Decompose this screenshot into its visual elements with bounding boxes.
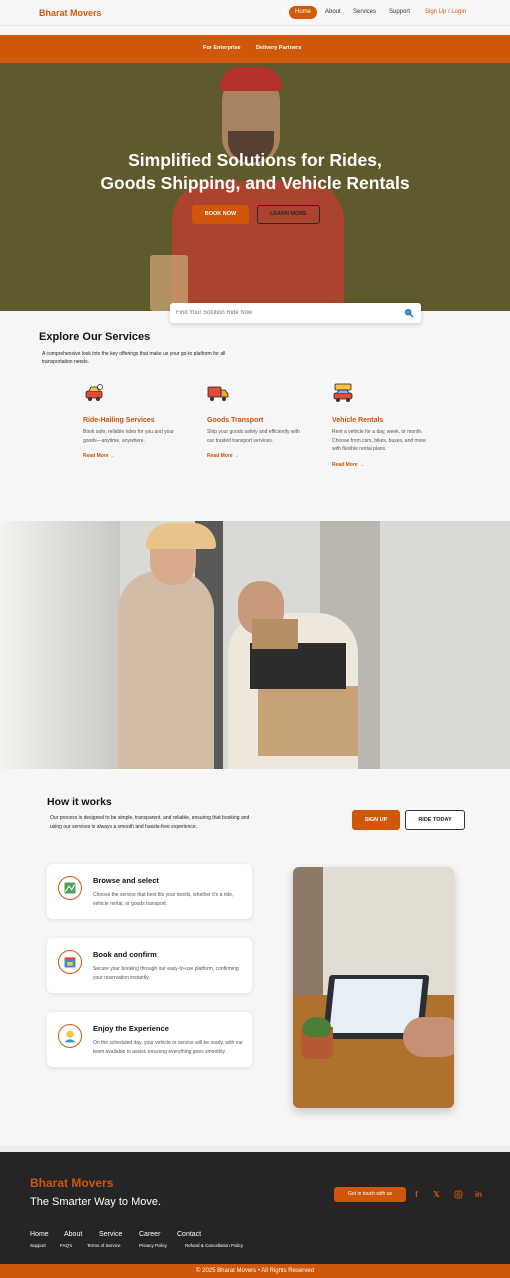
service-title: Goods Transport <box>207 417 264 424</box>
photo-black-box <box>250 643 346 689</box>
nav-signup-login[interactable]: Sign Up / Login <box>425 9 466 15</box>
step-card-browse: Browse and select Choose the service tha… <box>47 864 252 919</box>
read-more-link[interactable]: Read More → <box>83 453 183 459</box>
book-now-button[interactable]: BOOK NOW <box>192 205 249 224</box>
hero-title-line1: Simplified Solutions for Rides, <box>128 150 382 170</box>
footer-link-support[interactable]: Support <box>30 1243 46 1248</box>
car-crash-icon <box>85 384 103 401</box>
service-card-goods-transport: Goods Transport Ship your goods safely a… <box>207 382 307 459</box>
linkedin-icon[interactable]: in <box>474 1190 483 1199</box>
service-card-ride-hailing: Ride-Hailing Services Book safe, reliabl… <box>83 382 183 459</box>
service-text: Ship your goods safely and efficiently w… <box>207 429 300 444</box>
step-title: Book and confirm <box>93 950 157 959</box>
service-text: Rent a vehicle for a day, week, or month… <box>332 429 426 452</box>
step-card-book: Book and confirm Secure your booking thr… <box>47 938 252 993</box>
photo-box <box>258 686 358 756</box>
photo-wall <box>0 521 120 769</box>
photo-man <box>118 571 214 769</box>
photo-man-cap <box>146 523 216 549</box>
nav-services[interactable]: Services <box>353 9 376 15</box>
get-in-touch-button[interactable]: Get in touch with us <box>334 1187 406 1202</box>
footer-tagline: The Smarter Way to Move. <box>30 1196 162 1208</box>
photo-plant <box>303 1017 331 1037</box>
laptop-analytics-photo <box>293 867 454 1108</box>
footer-link-contact[interactable]: Contact <box>177 1231 201 1238</box>
nav-support[interactable]: Support <box>389 9 410 15</box>
service-title: Ride-Hailing Services <box>83 417 155 424</box>
hero-section: Simplified Solutions for Rides, Goods Sh… <box>0 63 510 311</box>
footer: Bharat Movers The Smarter Way to Move. G… <box>0 1146 510 1264</box>
service-card-vehicle-rentals: Vehicle Rentals Rent a vehicle for a day… <box>332 382 432 468</box>
read-more-link[interactable]: Read More → <box>207 453 307 459</box>
step-text: Secure your booking through our easy-to-… <box>93 966 239 981</box>
services-heading: Explore Our Services <box>39 331 151 343</box>
map-route-icon <box>58 876 82 900</box>
footer-link-terms[interactable]: Terms of Service <box>87 1243 121 1248</box>
hero-photo-person <box>172 181 344 311</box>
page: Bharat Movers Home About Services Suppor… <box>0 0 510 1278</box>
footer-link-career[interactable]: Career <box>139 1231 160 1238</box>
ride-today-button[interactable]: RIDE TODAY <box>405 810 465 830</box>
support-person-icon <box>58 1024 82 1048</box>
read-more-link[interactable]: Read More → <box>332 462 432 468</box>
footer-link-refund[interactable]: Refund & Cancellation Policy <box>185 1243 243 1248</box>
footer-link-faqs[interactable]: FAQ's <box>60 1243 72 1248</box>
copyright-bar: © 2025 Bharat Movers • All Rights Reserv… <box>0 1264 510 1278</box>
footer-link-privacy[interactable]: Privacy Policy <box>139 1243 167 1248</box>
hero-photo-cap <box>220 67 282 91</box>
step-text: On the scheduled day, your vehicle or se… <box>93 1040 243 1055</box>
search-bar <box>170 303 421 323</box>
service-title: Vehicle Rentals <box>332 417 384 424</box>
step-title: Browse and select <box>93 876 159 885</box>
step-card-enjoy: Enjoy the Experience On the scheduled da… <box>47 1012 252 1067</box>
hero-title-line2: Goods Shipping, and Vehicle Rentals <box>100 173 410 193</box>
rental-car-icon <box>333 383 353 402</box>
footer-link-about[interactable]: About <box>64 1231 82 1238</box>
search-icon[interactable] <box>404 308 414 318</box>
sign-up-button[interactable]: SIGN UP <box>352 810 400 830</box>
subnav-delivery-partners[interactable]: Delivery Partners <box>256 45 301 51</box>
brand-logo[interactable]: Bharat Movers <box>39 8 102 18</box>
calendar-booking-icon <box>58 950 82 974</box>
facebook-icon[interactable]: f <box>412 1190 421 1199</box>
subnav-enterprise[interactable]: For Enterprise <box>203 45 241 51</box>
learn-more-button[interactable]: LEARN MORE <box>257 205 320 224</box>
footer-link-home[interactable]: Home <box>30 1231 49 1238</box>
x-twitter-icon[interactable]: 𝕏 <box>432 1190 441 1199</box>
delivery-truck-icon <box>207 386 229 401</box>
step-title: Enjoy the Experience <box>93 1024 169 1033</box>
footer-link-service[interactable]: Service <box>99 1231 122 1238</box>
step-text: Choose the service that best fits your n… <box>93 892 234 907</box>
secondary-navbar: For Enterprise Delivery Partners <box>0 35 510 63</box>
top-navbar: Bharat Movers Home About Services Suppor… <box>0 0 510 26</box>
how-it-works-heading: How it works <box>47 796 112 808</box>
nav-home[interactable]: Home <box>289 6 317 19</box>
services-description: A comprehensive look into the key offeri… <box>42 351 226 365</box>
footer-brand[interactable]: Bharat Movers <box>30 1176 113 1190</box>
couple-with-parcels-photo <box>0 521 510 769</box>
nav-about[interactable]: About <box>325 9 341 15</box>
search-input[interactable] <box>176 308 396 318</box>
photo-small-box <box>252 619 298 649</box>
how-it-works-description: Our process is designed to be simple, tr… <box>50 815 250 830</box>
photo-hand <box>403 1017 454 1057</box>
instagram-icon[interactable] <box>454 1190 463 1199</box>
service-text: Book safe, reliable rides for you and yo… <box>83 429 174 444</box>
